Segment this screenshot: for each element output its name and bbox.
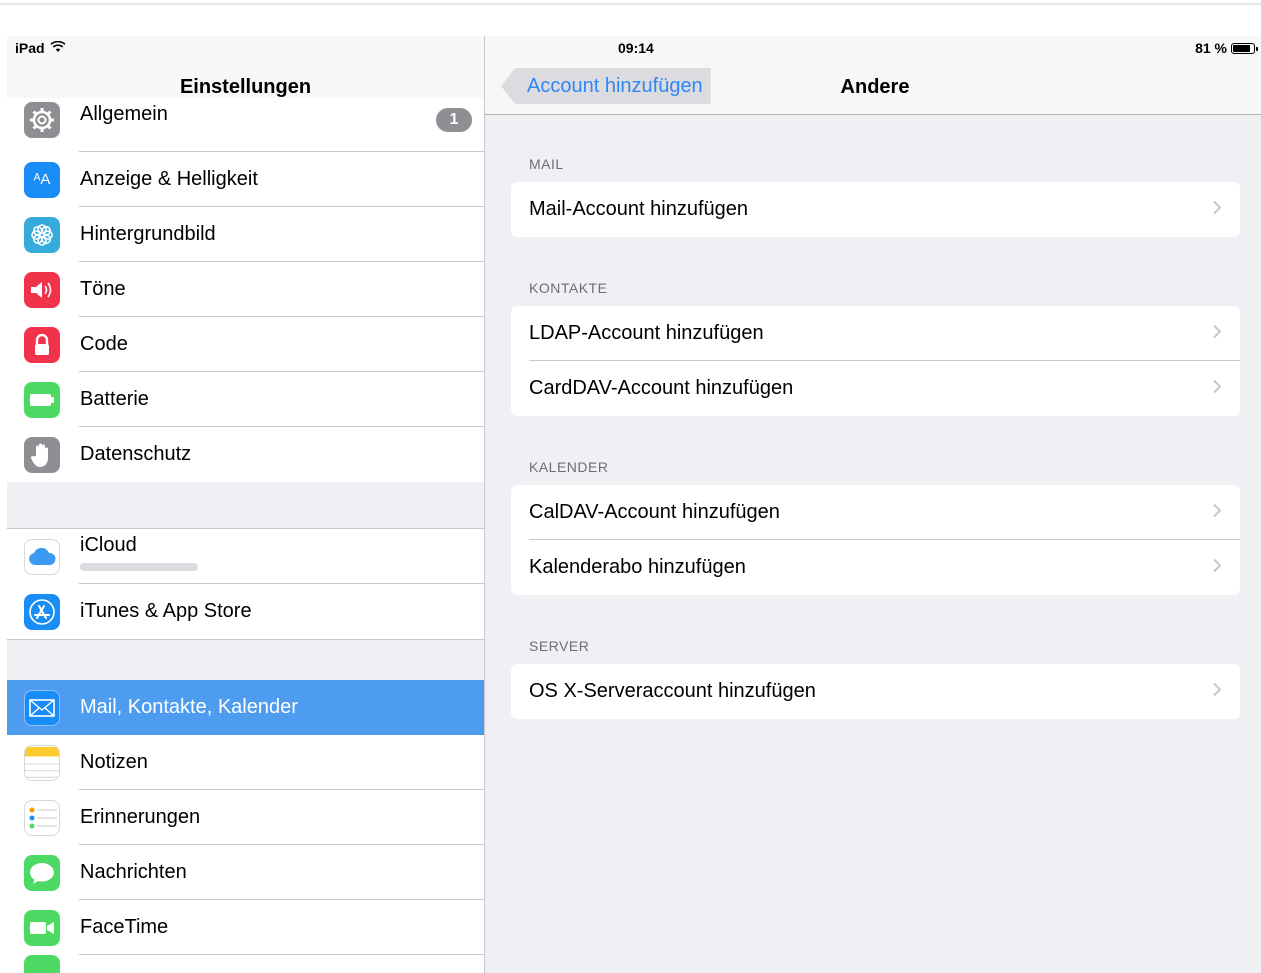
- ipad-screen: Einstellungen Allgemein 1 ᴬA Anzeige & H…: [7, 36, 1261, 973]
- update-count-badge: 1: [436, 107, 472, 132]
- gear-icon: [24, 101, 60, 138]
- notes-icon: [24, 744, 60, 781]
- section-header-kalender: KALENDER: [529, 459, 609, 475]
- battery-percent: 81 %: [1195, 40, 1227, 56]
- row-label: LDAP-Account hinzufügen: [529, 322, 764, 344]
- settings-item-toene[interactable]: Töne: [7, 262, 484, 317]
- section-header-kontakte: KONTAKTE: [529, 280, 608, 296]
- settings-item-label: iCloud: [80, 534, 137, 556]
- settings-group-apps: Mail, Kontakte, Kalender Notizen Erinner…: [7, 680, 484, 973]
- carrier: iPad: [15, 40, 66, 56]
- settings-item-label: Allgemein: [80, 103, 168, 125]
- app-store-icon: [24, 593, 60, 630]
- settings-item-itunes-app-store[interactable]: iTunes & App Store: [7, 584, 484, 639]
- settings-item-label: iTunes & App Store: [80, 600, 252, 622]
- settings-group-accounts: iCloud iTunes & App Store: [7, 528, 484, 640]
- row-label: Kalenderabo hinzufügen: [529, 556, 746, 578]
- settings-item-notizen[interactable]: Notizen: [7, 735, 484, 790]
- facetime-icon: [24, 909, 60, 946]
- mail-icon: [24, 689, 60, 726]
- settings-item-label: Notizen: [80, 751, 148, 773]
- add-mail-account-row[interactable]: Mail-Account hinzufügen: [511, 182, 1240, 237]
- settings-item-code[interactable]: Code: [7, 317, 484, 372]
- add-ldap-account-row[interactable]: LDAP-Account hinzufügen: [511, 306, 1240, 361]
- settings-item-allgemein[interactable]: Allgemein 1: [7, 98, 484, 152]
- cloud-icon: [24, 538, 60, 575]
- top-divider: [0, 3, 1261, 5]
- battery-icon: [24, 381, 60, 418]
- lock-icon: [24, 326, 60, 363]
- server-section: OS X-Serveraccount hinzufügen: [511, 664, 1240, 719]
- reminders-icon: [24, 799, 60, 836]
- battery-indicator: 81 %: [1195, 40, 1258, 56]
- chevron-right-icon: [1212, 557, 1222, 578]
- add-osx-server-account-row[interactable]: OS X-Serveraccount hinzufügen: [511, 664, 1240, 719]
- chevron-right-icon: [1212, 323, 1222, 344]
- settings-item-facetime[interactable]: FaceTime: [7, 900, 484, 955]
- battery-status-icon: [1231, 42, 1258, 54]
- settings-item-erinnerungen[interactable]: Erinnerungen: [7, 790, 484, 845]
- chevron-right-icon: [1212, 378, 1222, 399]
- settings-item-label: Datenschutz: [80, 443, 192, 465]
- row-label: OS X-Serveraccount hinzufügen: [529, 680, 816, 702]
- settings-item-label: Nachrichten: [80, 861, 187, 883]
- settings-item-label: Anzeige & Helligkeit: [80, 168, 258, 190]
- add-calendar-subscription-row[interactable]: Kalenderabo hinzufügen: [511, 540, 1240, 595]
- section-header-mail: MAIL: [529, 156, 564, 172]
- settings-item-label: Code: [80, 333, 128, 355]
- partial-app-icon: [24, 955, 60, 973]
- speaker-icon: [24, 271, 60, 308]
- row-label: CalDAV-Account hinzufügen: [529, 501, 780, 523]
- settings-item-icloud[interactable]: iCloud: [7, 529, 484, 584]
- settings-item-nachrichten[interactable]: Nachrichten: [7, 845, 484, 900]
- back-button[interactable]: Account hinzufügen: [501, 68, 711, 104]
- back-button-label: Account hinzufügen: [527, 74, 703, 97]
- wifi-icon: [50, 40, 66, 56]
- settings-item-anzeige[interactable]: ᴬA Anzeige & Helligkeit: [7, 152, 484, 207]
- settings-item-label: Batterie: [80, 388, 149, 410]
- chevron-right-icon: [1212, 199, 1222, 220]
- settings-master-pane: Einstellungen Allgemein 1 ᴬA Anzeige & H…: [7, 36, 485, 973]
- add-caldav-account-row[interactable]: CalDAV-Account hinzufügen: [511, 485, 1240, 540]
- settings-item-label: Mail, Kontakte, Kalender: [80, 696, 298, 718]
- settings-item-mail-kontakte-kalender[interactable]: Mail, Kontakte, Kalender: [7, 680, 484, 735]
- clock: 09:14: [618, 40, 654, 56]
- chevron-right-icon: [1212, 502, 1222, 523]
- settings-item-hintergrundbild[interactable]: Hintergrundbild: [7, 207, 484, 262]
- settings-item-batterie[interactable]: Batterie: [7, 372, 484, 427]
- calendar-section: CalDAV-Account hinzufügen Kalenderabo hi…: [511, 485, 1240, 595]
- settings-item-label: Töne: [80, 278, 126, 300]
- detail-title: Andere: [840, 76, 910, 98]
- row-label: CardDAV-Account hinzufügen: [529, 377, 794, 399]
- wallpaper-flower-icon: [24, 216, 60, 253]
- add-carddav-account-row[interactable]: CardDAV-Account hinzufügen: [511, 361, 1240, 416]
- settings-item-label: FaceTime: [80, 916, 169, 938]
- settings-item-datenschutz[interactable]: Datenschutz: [7, 427, 484, 482]
- settings-group-general: Allgemein 1 ᴬA Anzeige & Helligkeit Hint…: [7, 98, 484, 482]
- contacts-section: LDAP-Account hinzufügen CardDAV-Account …: [511, 306, 1240, 416]
- settings-item-label: Erinnerungen: [80, 806, 201, 828]
- settings-item-label: Hintergrundbild: [80, 223, 216, 245]
- hand-icon: [24, 436, 60, 473]
- blurred-apple-id: [80, 563, 198, 571]
- display-brightness-icon: ᴬA: [24, 161, 60, 198]
- row-label: Mail-Account hinzufügen: [529, 198, 749, 220]
- detail-pane: Account hinzufügen Andere MAIL Mail-Acco…: [485, 36, 1261, 973]
- section-header-server: SERVER: [529, 638, 590, 654]
- chevron-right-icon: [1212, 681, 1222, 702]
- carrier-label: iPad: [15, 40, 45, 56]
- settings-item-partial: [7, 955, 484, 973]
- mail-section: Mail-Account hinzufügen: [511, 182, 1240, 237]
- messages-icon: [24, 854, 60, 891]
- status-bar: iPad 09:14 81 %: [7, 36, 1261, 60]
- master-title: Einstellungen: [179, 76, 312, 98]
